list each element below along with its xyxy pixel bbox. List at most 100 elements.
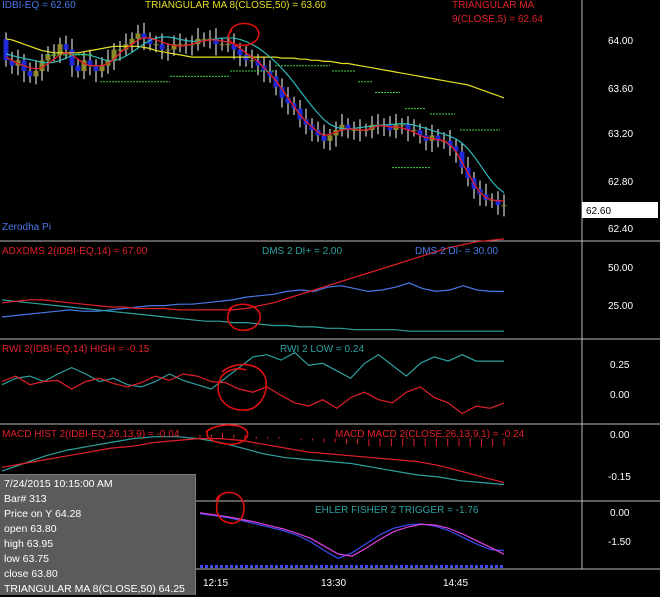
fisher-baseline-dot xyxy=(235,565,238,568)
candle-body xyxy=(201,38,207,40)
tooltip-price-on-y: Price on Y 64.28 xyxy=(4,508,82,520)
price-tick-62-40: 62.40 xyxy=(608,224,633,235)
candle-body xyxy=(69,49,75,66)
fisher-baseline-dot xyxy=(295,565,298,568)
fisher-baseline-dot xyxy=(400,565,403,568)
fisher-baseline-dot xyxy=(445,565,448,568)
adx-tick-25: 25.00 xyxy=(608,301,633,312)
fisher-baseline-dot xyxy=(360,565,363,568)
fisher-baseline-dot xyxy=(225,565,228,568)
tooltip-open: open 63.80 xyxy=(4,523,57,535)
rwi-tick-0-25: 0.25 xyxy=(610,360,630,371)
fisher-baseline-dot xyxy=(205,565,208,568)
candle-body xyxy=(135,33,141,39)
fisher-baseline-dot xyxy=(210,565,213,568)
adx-tick-50: 50.00 xyxy=(608,263,633,274)
fisher-baseline-dot xyxy=(290,565,293,568)
fisher-baseline-dot xyxy=(470,565,473,568)
fisher-baseline-dot xyxy=(300,565,303,568)
fisher-baseline-dot xyxy=(495,565,498,568)
fisher-baseline-dot xyxy=(255,565,258,568)
candle-body xyxy=(75,65,81,72)
fisher-baseline-dot xyxy=(425,565,428,568)
candle-body xyxy=(411,130,417,131)
fisher-baseline-dot xyxy=(280,565,283,568)
annotation-circle xyxy=(227,22,260,47)
tma9-label-line2: 9(CLOSE,5) = 62.64 xyxy=(452,14,543,25)
candle-body xyxy=(321,135,327,141)
candle-body xyxy=(93,65,99,72)
fisher-baseline-dot xyxy=(440,565,443,568)
fisher-baseline-dot xyxy=(415,565,418,568)
fisher-baseline-dot xyxy=(215,565,218,568)
candle-body xyxy=(63,44,69,50)
tooltip-high: high 63.95 xyxy=(4,538,54,550)
candle-body xyxy=(351,130,357,131)
price-tick-63-20: 63.20 xyxy=(608,129,633,140)
fisher-baseline-dot xyxy=(455,565,458,568)
fisher-baseline-dot xyxy=(345,565,348,568)
candle-body xyxy=(399,124,405,126)
fisher-baseline-dot xyxy=(385,565,388,568)
fisher-baseline-dot xyxy=(420,565,423,568)
fisher-trigger-line xyxy=(199,512,505,557)
adx-label: ADXDMS 2(IDBI-EQ,14) = 67.00 xyxy=(2,246,148,257)
rwi-tick-0-00: 0.00 xyxy=(610,390,630,401)
symbol-label: IDBI-EQ = 62.60 xyxy=(2,0,76,11)
fisher-baseline-dot xyxy=(475,565,478,568)
candle-body xyxy=(165,49,171,51)
fisher-baseline-dot xyxy=(370,565,373,568)
fisher-baseline-dot xyxy=(395,565,398,568)
fisher-baseline-dot xyxy=(405,565,408,568)
rwi-low-label: RWI 2 LOW = 0.24 xyxy=(280,344,364,355)
tooltip-date: 7/24/2015 10:15:00 AM xyxy=(4,478,113,490)
macd-tick-0-00: 0.00 xyxy=(610,430,630,441)
macd-label: MACD MACD 2(CLOSE,26,13,9,1) = -0.24 xyxy=(335,429,525,440)
candle-body xyxy=(33,71,39,77)
fisher-baseline-dot xyxy=(270,565,273,568)
fisher-baseline-dot xyxy=(240,565,243,568)
fisher-baseline-dot xyxy=(480,565,483,568)
fisher-baseline-dot xyxy=(250,565,253,568)
fisher-baseline-dot xyxy=(355,565,358,568)
tooltip-bar: Bar# 313 xyxy=(4,493,47,505)
fisher-baseline-dot xyxy=(390,565,393,568)
fisher-baseline-dot xyxy=(340,565,343,568)
fisher-baseline-dot xyxy=(490,565,493,568)
fisher-baseline-dot xyxy=(220,565,223,568)
fisher-label: EHLER FISHER 2 TRIGGER = -1.76 xyxy=(315,505,479,516)
fisher-baseline-dot xyxy=(275,565,278,568)
fisher-baseline-dot xyxy=(350,565,353,568)
fisher-baseline-dot xyxy=(320,565,323,568)
fisher-baseline-dot xyxy=(325,565,328,568)
price-tick-63-60: 63.60 xyxy=(608,84,633,95)
fisher-baseline-dot xyxy=(200,565,203,568)
di-plus-label: DMS 2 DI+ = 2.00 xyxy=(262,246,342,257)
fisher-baseline-dot xyxy=(485,565,488,568)
fisher-tick-0-00: 0.00 xyxy=(610,508,630,519)
fisher-baseline-dot xyxy=(380,565,383,568)
fisher-baseline-dot xyxy=(310,565,313,568)
candle-body xyxy=(177,44,183,46)
candle-body xyxy=(153,44,159,46)
candle-body xyxy=(99,65,105,72)
macd-hist-label: MACD HIST 2(IDBI-EQ,26,13,9) = -0.04 xyxy=(2,429,180,440)
fisher-baseline-dot xyxy=(375,565,378,568)
candle-body xyxy=(45,54,51,61)
fisher-baseline-dot xyxy=(260,565,263,568)
time-tick-12-15: 12:15 xyxy=(203,578,228,589)
time-tick-14-45: 14:45 xyxy=(443,578,468,589)
fisher-tick-neg-1-50: -1.50 xyxy=(608,537,631,548)
candle-body xyxy=(219,44,225,46)
fisher-baseline-dot xyxy=(465,565,468,568)
candle-body xyxy=(327,135,333,141)
candle-body xyxy=(501,205,507,207)
fisher-baseline-dot xyxy=(410,565,413,568)
fisher-baseline-dot xyxy=(305,565,308,568)
price-tag: 62.60 xyxy=(586,206,611,217)
fisher-baseline-dot xyxy=(315,565,318,568)
crosshair-tooltip: 7/24/2015 10:15:00 AM Bar# 313 Price on … xyxy=(0,474,196,595)
candle-body xyxy=(117,49,123,51)
rwi-low-line xyxy=(1,351,504,390)
tma9-label-line1: TRIANGULAR MA xyxy=(452,0,535,11)
